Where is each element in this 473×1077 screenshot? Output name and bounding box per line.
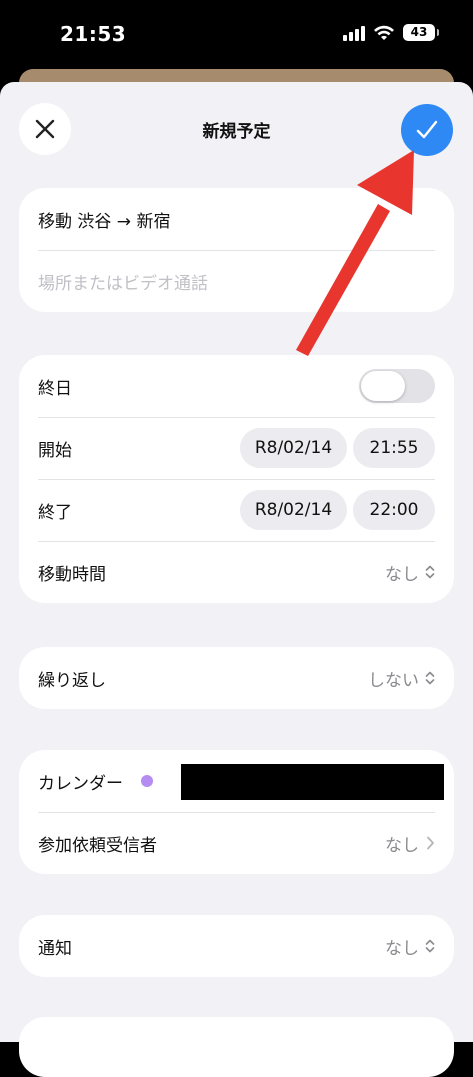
alert-label: 通知 <box>38 938 72 959</box>
chevron-up-down-icon <box>425 565 435 579</box>
toggle-knob <box>361 371 405 401</box>
battery-indicator: 43 <box>403 24 439 41</box>
status-time: 21:53 <box>60 22 127 46</box>
title-row[interactable]: 移動 渋谷 → 新宿 <box>19 188 454 250</box>
alert-value: なし <box>385 938 419 959</box>
repeat-card: 繰り返し しない <box>19 647 454 709</box>
invitees-row[interactable]: 参加依頼受信者 なし <box>19 812 454 874</box>
status-icons: 43 <box>343 24 439 41</box>
calendar-color-dot <box>141 775 153 787</box>
schedule-card: 終日 開始 R8/02/14 21:55 終了 R8/02/14 22:00 移… <box>19 355 454 603</box>
alert-select[interactable]: なし <box>385 934 435 959</box>
alert-card: 通知 なし <box>19 915 454 977</box>
start-label: 開始 <box>38 440 72 461</box>
calendar-row[interactable]: カレンダー <box>19 750 454 812</box>
all-day-row: 終日 <box>19 355 454 417</box>
travel-time-row[interactable]: 移動時間 なし <box>19 541 454 603</box>
travel-time-select[interactable]: なし <box>385 560 435 585</box>
end-time-button[interactable]: 22:00 <box>353 490 435 530</box>
location-input[interactable]: 場所またはビデオ通話 <box>38 269 208 294</box>
start-date-button[interactable]: R8/02/14 <box>240 428 347 468</box>
repeat-label: 繰り返し <box>38 670 106 691</box>
end-label: 終了 <box>38 502 72 523</box>
event-title-input[interactable]: 移動 渋谷 → 新宿 <box>38 207 170 232</box>
status-bar: 21:53 43 <box>0 0 473 70</box>
all-day-label: 終日 <box>38 378 72 399</box>
calendar-label: カレンダー <box>38 773 123 794</box>
all-day-toggle[interactable] <box>359 369 435 403</box>
start-time-button[interactable]: 21:55 <box>353 428 435 468</box>
title-location-card: 移動 渋谷 → 新宿 場所またはビデオ通話 <box>19 188 454 312</box>
confirm-button[interactable] <box>401 104 453 156</box>
travel-time-value: なし <box>385 564 419 585</box>
cellular-signal-icon <box>343 25 365 41</box>
chevron-right-icon <box>427 836 434 850</box>
alert-row[interactable]: 通知 なし <box>19 915 454 977</box>
end-date-button[interactable]: R8/02/14 <box>240 490 347 530</box>
repeat-row[interactable]: 繰り返し しない <box>19 647 454 709</box>
redacted-calendar-name <box>181 764 444 800</box>
invitees-value: なし <box>385 835 419 856</box>
location-row[interactable]: 場所またはビデオ通話 <box>19 250 454 312</box>
invitees-label: 参加依頼受信者 <box>38 835 157 856</box>
calendar-card: カレンダー 参加依頼受信者 なし <box>19 750 454 874</box>
checkmark-icon <box>416 120 438 139</box>
new-event-sheet: 新規予定 移動 渋谷 → 新宿 場所またはビデオ通話 終日 開始 R8/02/1… <box>0 82 473 1077</box>
chevron-up-down-icon <box>425 671 435 685</box>
travel-time-label: 移動時間 <box>38 564 106 585</box>
start-row: 開始 R8/02/14 21:55 <box>19 417 454 479</box>
wifi-icon <box>373 25 395 41</box>
repeat-value: しない <box>368 670 419 691</box>
chevron-up-down-icon <box>425 939 435 953</box>
invitees-select[interactable]: なし <box>385 831 435 856</box>
partial-card <box>19 1017 454 1077</box>
end-row: 終了 R8/02/14 22:00 <box>19 479 454 541</box>
repeat-select[interactable]: しない <box>368 666 435 691</box>
